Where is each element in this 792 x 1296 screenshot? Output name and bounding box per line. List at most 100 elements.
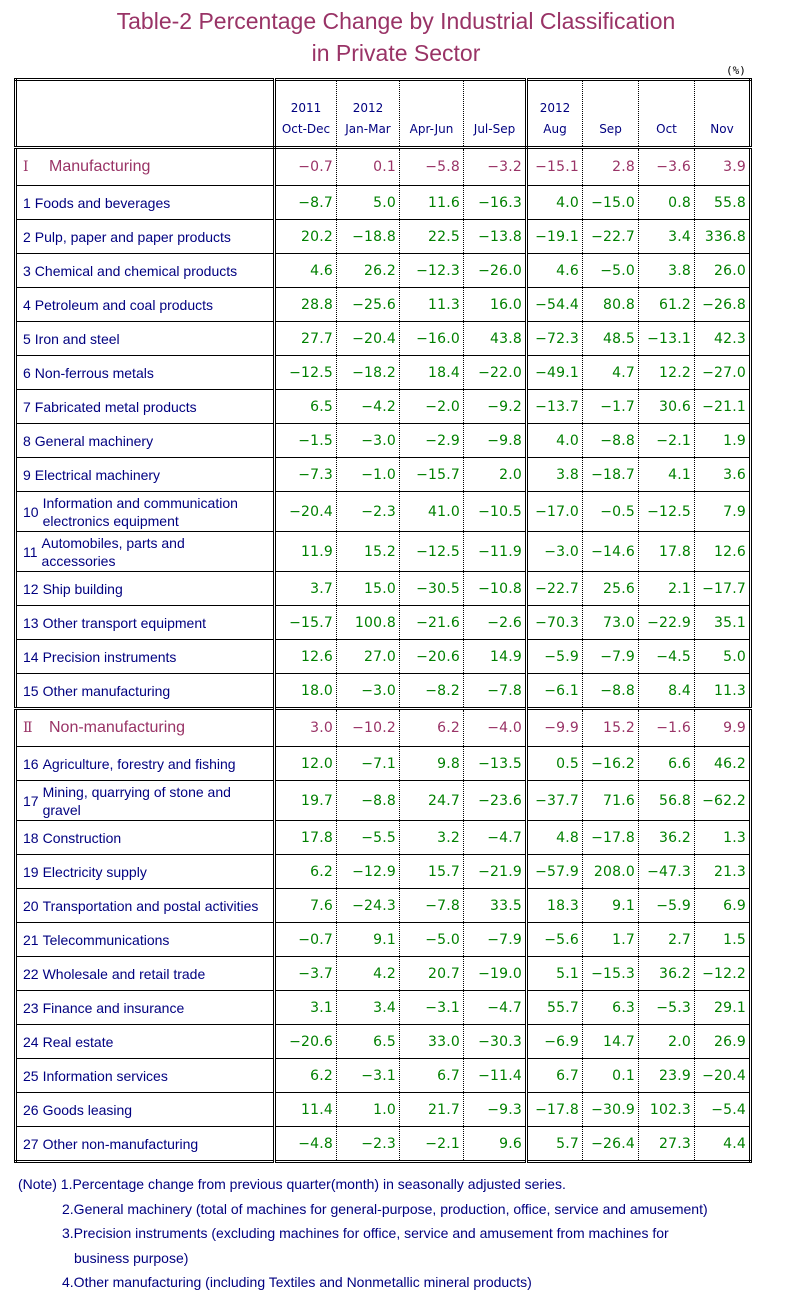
value-cell: −12.5 [274, 355, 337, 390]
row-number: 3 [23, 262, 31, 279]
table-row: 18 Construction 17.8 −5.5 3.2 −4.7 4.8 −17.8 36.… [15, 820, 751, 855]
table-row: 9 Electrical machinery −7.3 −1.0 −15.7 2.0 3.8… [15, 457, 751, 492]
value-cell: 26.9 [694, 1024, 751, 1059]
value-cell: 3.9 [694, 146, 751, 186]
value-cell: −23.6 [463, 780, 528, 821]
value-cell: −3.1 [336, 1058, 400, 1093]
value-cell: −13.1 [638, 321, 695, 356]
value-cell: 15.2 [582, 707, 639, 747]
column-period: Nov [710, 122, 734, 136]
value-cell: −15.3 [582, 956, 639, 991]
column-period: Jan-Mar [345, 122, 391, 136]
value-cell: 3.7 [274, 571, 337, 606]
row-label-text: Ship building [42, 580, 123, 597]
value-cell: −7.8 [399, 888, 464, 923]
value-cell: −4.0 [463, 707, 528, 747]
row-label: 15 Other manufacturing [15, 673, 276, 709]
value-cell: 2.8 [582, 146, 639, 186]
value-cell: 23.9 [638, 1058, 695, 1093]
value-cell: 4.6 [526, 253, 583, 288]
row-number: 18 [23, 829, 39, 846]
row-label-wrap: 25 Information services [23, 1067, 273, 1085]
row-label-text: Petroleum and coal products [34, 296, 214, 313]
value-cell: 20.2 [274, 219, 337, 254]
row-number: 17 [23, 792, 39, 809]
value-cell: 14.7 [582, 1024, 639, 1059]
value-cell: 4.0 [526, 185, 583, 220]
note-line-3-cont: business purpose) [74, 1249, 189, 1266]
value-cell: 12.2 [638, 355, 695, 390]
value-cell: −15.7 [274, 605, 337, 640]
row-number: 14 [23, 648, 39, 665]
row-label-text: Real estate [42, 1033, 114, 1050]
value-cell: 35.1 [694, 605, 751, 640]
value-cell: −17.0 [526, 491, 583, 532]
value-cell: −7.3 [274, 457, 337, 492]
value-cell: 8.4 [638, 673, 695, 709]
row-label-text: Construction [42, 829, 122, 846]
value-cell: −17.8 [582, 820, 639, 855]
value-cell: −22.7 [526, 571, 583, 606]
value-cell: 6.7 [526, 1058, 583, 1093]
value-cell: −2.1 [638, 423, 695, 458]
value-cell: 7.6 [274, 888, 337, 923]
row-number: 21 [23, 931, 39, 948]
row-label-text: Information and communication electronic… [42, 494, 238, 529]
row-label-wrap: 4 Petroleum and coal products [23, 296, 273, 314]
row-label-wrap: Ⅰ Manufacturing [23, 158, 273, 176]
value-cell: 48.5 [582, 321, 639, 356]
table-row: 26 Goods leasing 11.4 1.0 21.7 −9.3 −17.8 −30.9… [15, 1092, 751, 1127]
value-cell: 6.2 [274, 1058, 337, 1093]
value-cell: 41.0 [399, 491, 464, 532]
value-cell: −37.7 [526, 780, 583, 821]
row-label: 10 Information and communication electron… [15, 491, 276, 532]
value-cell: 2.0 [638, 1024, 695, 1059]
row-label-wrap: 3 Chemical and chemical products [23, 262, 273, 280]
value-cell: 17.8 [274, 820, 337, 855]
value-cell: −6.1 [526, 673, 583, 709]
value-cell: 0.1 [582, 1058, 639, 1093]
table-row: 6 Non-ferrous metals −12.5 −18.2 18.4 −22.0 −4… [15, 355, 751, 390]
value-cell: −5.9 [638, 888, 695, 923]
value-cell: 12.6 [694, 531, 751, 572]
value-cell: −21.6 [399, 605, 464, 640]
value-cell: −7.9 [463, 922, 528, 957]
value-cell: 33.5 [463, 888, 528, 923]
value-cell: 26.0 [694, 253, 751, 288]
value-cell: 0.8 [638, 185, 695, 220]
table-row: 12 Ship building 3.7 15.0 −30.5 −10.8 −22.7 25.… [15, 571, 751, 606]
value-cell: −4.7 [463, 990, 528, 1025]
row-label: 18 Construction [15, 820, 276, 855]
value-cell: −18.7 [582, 457, 639, 492]
value-cell: 1.3 [694, 820, 751, 855]
table-row: 13 Other transport equipment −15.7 100.8 −21… [15, 605, 751, 640]
value-cell: 4.7 [582, 355, 639, 390]
section-row: Ⅱ Non-manufacturing 3.0 −10.2 6.2 −4.0 −9.9 15.… [15, 707, 751, 747]
row-label: 26 Goods leasing [15, 1092, 276, 1127]
value-cell: −30.3 [463, 1024, 528, 1059]
row-label-wrap: 17 Mining, quarrying of stone and gravel [23, 783, 273, 819]
row-label-text: Non-manufacturing [49, 719, 186, 736]
value-cell: 3.2 [399, 820, 464, 855]
value-cell: −22.0 [463, 355, 528, 390]
column-period: Jul-Sep [473, 122, 516, 136]
row-label: 1 Foods and beverages [15, 185, 276, 220]
row-number: 20 [23, 897, 39, 914]
value-cell: −1.7 [582, 389, 639, 424]
value-cell: −13.8 [463, 219, 528, 254]
value-cell: 2.1 [638, 571, 695, 606]
value-cell: −8.7 [274, 185, 337, 220]
row-label-wrap: 19 Electricity supply [23, 863, 273, 881]
table-row: 16 Agriculture, forestry and fishing 12.0−… [15, 746, 751, 781]
row-label-text: Non-ferrous metals [34, 364, 154, 381]
value-cell: −2.9 [399, 423, 464, 458]
value-cell: 2.0 [463, 457, 528, 492]
value-cell: −12.9 [336, 854, 400, 889]
value-cell: 27.7 [274, 321, 337, 356]
value-cell: 19.7 [274, 780, 337, 821]
notes: (Note) 1.Percentage change from previous… [18, 1172, 708, 1295]
value-cell: −13.5 [463, 746, 528, 781]
row-label-text: Electrical machinery [34, 466, 161, 483]
row-label-wrap: 6 Non-ferrous metals [23, 364, 273, 382]
row-label: 27 Other non-manufacturing [15, 1126, 276, 1162]
